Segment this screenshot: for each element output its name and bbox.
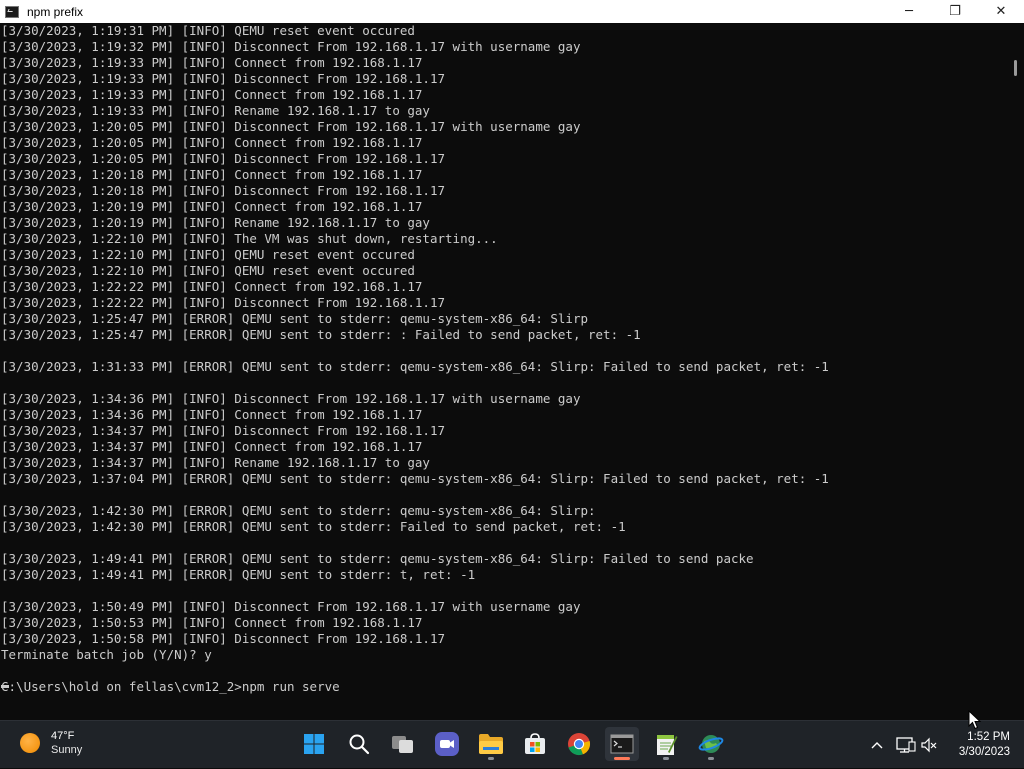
console-line: [3/30/2023, 1:50:53 PM] [INFO] Connect f… — [1, 615, 423, 630]
minimize-button[interactable]: ─ — [886, 0, 932, 23]
console-output[interactable]: [3/30/2023, 1:19:31 PM] [INFO] QEMU rese… — [0, 23, 1006, 720]
console-line: [3/30/2023, 1:34:37 PM] [INFO] Rename 19… — [1, 455, 430, 470]
close-icon: ✕ — [995, 4, 1007, 19]
console-line: [3/30/2023, 1:34:36 PM] [INFO] Disconnec… — [1, 391, 581, 406]
window-title-bar[interactable]: npm prefix ─ ❐ ✕ — [0, 0, 1024, 23]
terminal-icon — [610, 734, 634, 754]
console-line: [3/30/2023, 1:19:33 PM] [INFO] Disconnec… — [1, 71, 446, 86]
console-text: [3/30/2023, 1:19:31 PM] [INFO] QEMU rese… — [0, 23, 1006, 695]
console-line: [3/30/2023, 1:34:37 PM] [INFO] Disconnec… — [1, 423, 446, 438]
active-indicator — [614, 757, 630, 760]
chrome-icon — [568, 733, 591, 756]
notepad-icon — [657, 735, 678, 755]
search-icon — [349, 734, 370, 755]
chat-button[interactable] — [430, 727, 464, 761]
window-title: npm prefix — [27, 4, 84, 19]
scrollbar-thumb[interactable] — [1014, 60, 1017, 76]
system-tray — [866, 721, 939, 769]
windows-logo-icon — [304, 734, 324, 754]
console-line: [3/30/2023, 1:19:32 PM] [INFO] Disconnec… — [1, 39, 581, 54]
chrome-button[interactable] — [562, 727, 596, 761]
console-line: [3/30/2023, 1:19:33 PM] [INFO] Connect f… — [1, 55, 423, 70]
weather-temperature: 47°F — [51, 730, 75, 742]
console-line: [3/30/2023, 1:20:19 PM] [INFO] Rename 19… — [1, 215, 430, 230]
folder-icon — [479, 734, 503, 754]
command-prompt-icon — [5, 5, 19, 18]
console-line: [3/30/2023, 1:20:05 PM] [INFO] Connect f… — [1, 135, 423, 150]
console-line: [3/30/2023, 1:20:18 PM] [INFO] Disconnec… — [1, 183, 446, 198]
console-line: [3/30/2023, 1:22:10 PM] [INFO] QEMU rese… — [1, 247, 415, 262]
console-line: [3/30/2023, 1:22:22 PM] [INFO] Disconnec… — [1, 295, 446, 310]
weather-condition: Sunny — [51, 744, 83, 756]
restore-icon: ❐ — [949, 4, 961, 19]
running-indicator — [663, 757, 669, 760]
console-line: [3/30/2023, 1:22:10 PM] [INFO] QEMU rese… — [1, 263, 415, 278]
console-line: [3/30/2023, 1:25:47 PM] [ERROR] QEMU sen… — [1, 311, 588, 326]
console-line: [3/30/2023, 1:42:30 PM] [ERROR] QEMU sen… — [1, 519, 626, 534]
console-line: [3/30/2023, 1:49:41 PM] [ERROR] QEMU sen… — [1, 567, 476, 582]
taskbar: 47°F Sunny 1:52 PM 3/30/2023 — [0, 720, 1024, 768]
chevron-up-icon[interactable] — [866, 735, 888, 755]
console-line: [3/30/2023, 1:37:04 PM] [ERROR] QEMU sen… — [1, 471, 829, 486]
notepad-button[interactable] — [649, 727, 683, 761]
console-line: [3/30/2023, 1:20:18 PM] [INFO] Connect f… — [1, 167, 423, 182]
console-line: [3/30/2023, 1:19:33 PM] [INFO] Rename 19… — [1, 103, 430, 118]
search-button[interactable] — [342, 727, 376, 761]
console-scrollbar[interactable] — [1006, 23, 1024, 720]
console-line: [3/30/2023, 1:34:37 PM] [INFO] Connect f… — [1, 439, 423, 454]
clock-date: 3/30/2023 — [958, 746, 1010, 758]
weather-widget[interactable]: 47°F Sunny — [20, 729, 82, 757]
running-indicator — [488, 757, 494, 760]
network-app-button[interactable] — [694, 727, 728, 761]
console-line: [3/30/2023, 1:20:05 PM] [INFO] Disconnec… — [1, 151, 446, 166]
console-line: [3/30/2023, 1:22:22 PM] [INFO] Connect f… — [1, 279, 423, 294]
task-view-button[interactable] — [386, 727, 420, 761]
start-button[interactable] — [297, 727, 331, 761]
console-line: Terminate batch job (Y/N)? y — [1, 647, 212, 662]
console-line: [3/30/2023, 1:50:58 PM] [INFO] Disconnec… — [1, 631, 446, 646]
console-line: [3/30/2023, 1:19:33 PM] [INFO] Connect f… — [1, 87, 423, 102]
window-controls: ─ ❐ ✕ — [886, 0, 1024, 23]
console-line: [3/30/2023, 1:19:31 PM] [INFO] QEMU rese… — [1, 23, 415, 38]
store-icon — [525, 733, 545, 754]
console-line: [3/30/2023, 1:20:19 PM] [INFO] Connect f… — [1, 199, 423, 214]
video-chat-icon — [435, 732, 459, 756]
maximize-button[interactable]: ❐ — [932, 0, 978, 23]
console-line: [3/30/2023, 1:50:49 PM] [INFO] Disconnec… — [1, 599, 581, 614]
taskbar-clock[interactable]: 1:52 PM 3/30/2023 — [959, 730, 1010, 760]
console-line: [3/30/2023, 1:49:41 PM] [ERROR] QEMU sen… — [1, 551, 754, 566]
command-prompt-button[interactable] — [605, 727, 639, 761]
console-line: [3/30/2023, 1:42:30 PM] [ERROR] QEMU sen… — [1, 503, 596, 518]
console-line: [3/30/2023, 1:20:05 PM] [INFO] Disconnec… — [1, 119, 581, 134]
store-button[interactable] — [518, 727, 552, 761]
volume-muted-icon[interactable] — [919, 735, 939, 755]
console-line: [3/30/2023, 1:22:10 PM] [INFO] The VM wa… — [1, 231, 498, 246]
running-indicator — [708, 757, 714, 760]
console-line: [3/30/2023, 1:25:47 PM] [ERROR] QEMU sen… — [1, 327, 641, 342]
sun-icon — [20, 733, 40, 753]
file-explorer-button[interactable] — [474, 727, 508, 761]
mouse-cursor-icon — [968, 710, 982, 730]
clock-time: 1:52 PM — [967, 731, 1010, 743]
minimize-icon: ─ — [905, 4, 913, 19]
network-icon[interactable] — [893, 735, 917, 755]
console-line: C:\Users\hold on fellas\cvm12_2>npm run … — [1, 679, 340, 694]
console-line: [3/30/2023, 1:31:33 PM] [ERROR] QEMU sen… — [1, 359, 829, 374]
globe-icon — [698, 735, 724, 753]
close-button[interactable]: ✕ — [978, 0, 1024, 23]
console-line: [3/30/2023, 1:34:36 PM] [INFO] Connect f… — [1, 407, 423, 422]
task-view-icon — [392, 736, 413, 753]
text-cursor — [1, 685, 9, 688]
